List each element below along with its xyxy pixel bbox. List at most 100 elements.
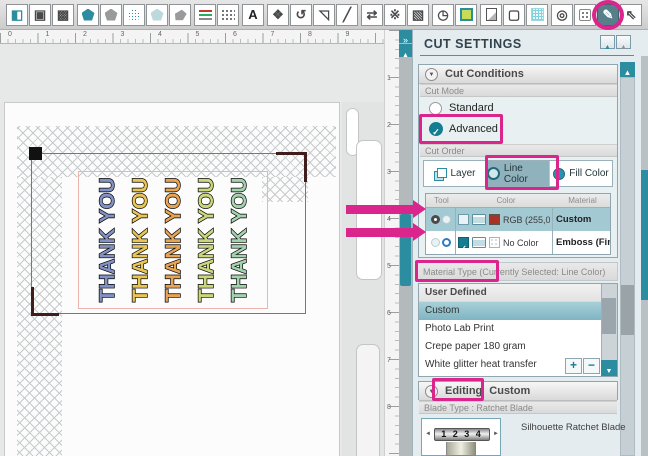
grid-settings-button[interactable] [526,4,548,26]
color-swatch-red [489,214,500,225]
tool-cell [426,231,456,254]
tray-flyout-tab-2[interactable] [356,344,380,456]
list-item[interactable]: Photo Lab Print [419,320,601,338]
trace-pentagon-button[interactable] [146,4,168,26]
ruler-number: 5 [196,31,200,38]
page-flip-button[interactable] [480,4,502,26]
collapse-panel-button[interactable] [399,30,412,43]
editing-header[interactable]: Editing Custom [419,382,617,401]
panel-pin-button[interactable] [616,35,631,49]
panel-scroll-up-button[interactable] [620,62,635,77]
fill-color-button[interactable]: ◧ [6,4,28,26]
collapse-chevron-icon[interactable] [425,385,438,398]
trace-pentagon-icon [151,9,164,21]
tool1-radio[interactable] [431,215,440,224]
dial-left-arrow-icon[interactable]: ◄ [425,431,431,437]
scroll-up-button[interactable] [399,44,412,57]
send-to-silhouette-button[interactable]: ⇖ [620,4,642,26]
tab-layer[interactable]: Layer [424,161,486,186]
design-text-column[interactable]: THANK YOU [94,176,122,302]
cut-order-table: Tool Color Material RGB (255,0,0) Custom [425,193,611,255]
tool1-radio[interactable] [431,238,440,247]
editing-section: Editing Custom [418,381,618,400]
text-tool-button[interactable]: A [242,4,264,26]
rotate-tool-button[interactable]: ↺ [290,4,312,26]
shadow-effect-button[interactable]: ▣ [29,4,51,26]
cut-conditions-group: Cut Conditions Cut Mode Standard Advance… [418,64,618,258]
offset-tool-button[interactable] [455,4,477,26]
list-item[interactable]: Crepe paper 180 gram [419,338,601,356]
blade-preview[interactable]: ◄ 1 2 3 4 ► [421,418,501,456]
page-flip-icon [486,8,497,21]
printer-icon [472,237,486,248]
tab-fill-color[interactable]: Fill Color [549,161,612,186]
standard-radio[interactable] [429,102,442,115]
toolbar-group: ◧ ▣ ▩ [6,4,74,26]
list-item-selected[interactable]: Custom [419,302,601,320]
standard-radio-label[interactable]: Standard [449,102,494,114]
material-type-label: Material Type [423,267,477,277]
pattern-fill-button[interactable]: ▩ [52,4,74,26]
toolbar-group: A [242,4,264,26]
list-item-group-header[interactable]: User Defined [419,284,601,302]
list-scroll-down-button[interactable] [601,360,617,376]
add-material-button[interactable]: + [565,358,582,374]
line-color-button[interactable] [194,4,216,26]
shadow-effect-icon: ▣ [34,8,46,21]
design-text-column[interactable]: THANK YOU [226,176,254,302]
remove-material-button[interactable]: − [583,358,600,374]
cut-settings-button[interactable]: ✎ [597,4,619,26]
scroll-thumb[interactable] [400,214,411,286]
ruler-number: 4 [158,31,162,38]
panel-scroll-thumb[interactable] [621,285,634,335]
eraser-tool-button[interactable]: ※ [384,4,406,26]
tab-line-color[interactable]: Line Color [486,161,549,186]
registration-marks-button[interactable]: ◎ [551,4,573,26]
advanced-radio[interactable] [429,122,443,136]
list-scroll-thumb[interactable] [602,298,616,334]
table-header-row: Tool Color Material [426,194,610,208]
cut-conditions-header[interactable]: Cut Conditions [419,65,617,84]
warp-pentagon-button[interactable] [169,4,191,26]
emboss-pentagon-button[interactable] [100,4,122,26]
printer-icon [472,214,486,225]
panel-dock-button[interactable] [600,35,615,49]
shear-tool-button[interactable]: ╱ [336,4,358,26]
pixscan-tool-button[interactable]: ◷ [432,4,454,26]
line-style-button[interactable] [217,4,239,26]
tool2-radio[interactable] [442,215,451,224]
design-text-column[interactable]: THANK YOU [193,176,221,302]
draw-shape-pentagon-button[interactable] [77,4,99,26]
cut-checkbox[interactable] [458,237,469,248]
scale-tool-button[interactable]: ◹ [313,4,335,26]
line-style-icon [222,9,235,20]
pop-out-cut-button[interactable] [574,4,596,26]
page-setup-button[interactable]: ▢ [503,4,525,26]
toolbar-group [77,4,191,26]
tool-cell [426,208,456,231]
design-text-column[interactable]: THANK YOU [160,176,188,302]
ruler-number: 2 [83,31,87,38]
color-label: RGB (255,0,0) [503,215,550,225]
canvas-workspace[interactable]: THANK YOUTHANK YOUTHANK YOUTHANK YOUTHAN… [0,44,384,456]
grid-settings-icon [531,8,544,21]
dial-right-arrow-icon[interactable]: ► [493,431,499,437]
rhinestone-pentagon-button[interactable] [123,4,145,26]
window-edge-scroll-thumb[interactable] [641,170,648,300]
selection-handle[interactable] [29,147,42,160]
panel-scroll-track[interactable] [620,77,635,456]
advanced-radio-label[interactable]: Advanced [449,123,498,135]
tool2-radio[interactable] [442,238,451,247]
table-row[interactable]: RGB (255,0,0) Custom [426,208,610,231]
collapse-chevron-icon[interactable] [425,68,438,81]
panel-title: CUT SETTINGS [424,37,522,51]
canvas-scrollbar[interactable] [399,30,412,456]
design-text-column[interactable]: THANK YOU [127,176,155,302]
move-tool-button[interactable]: ❖ [267,4,289,26]
knife-tool-button[interactable]: ▧ [407,4,429,26]
cut-checkbox[interactable] [458,214,469,225]
tray-flyout-tab[interactable] [356,140,382,280]
table-row[interactable]: No Color Emboss (Fine) [426,231,610,254]
mirror-tool-button[interactable]: ⇄ [361,4,383,26]
ruler-number: 8 [308,31,312,38]
